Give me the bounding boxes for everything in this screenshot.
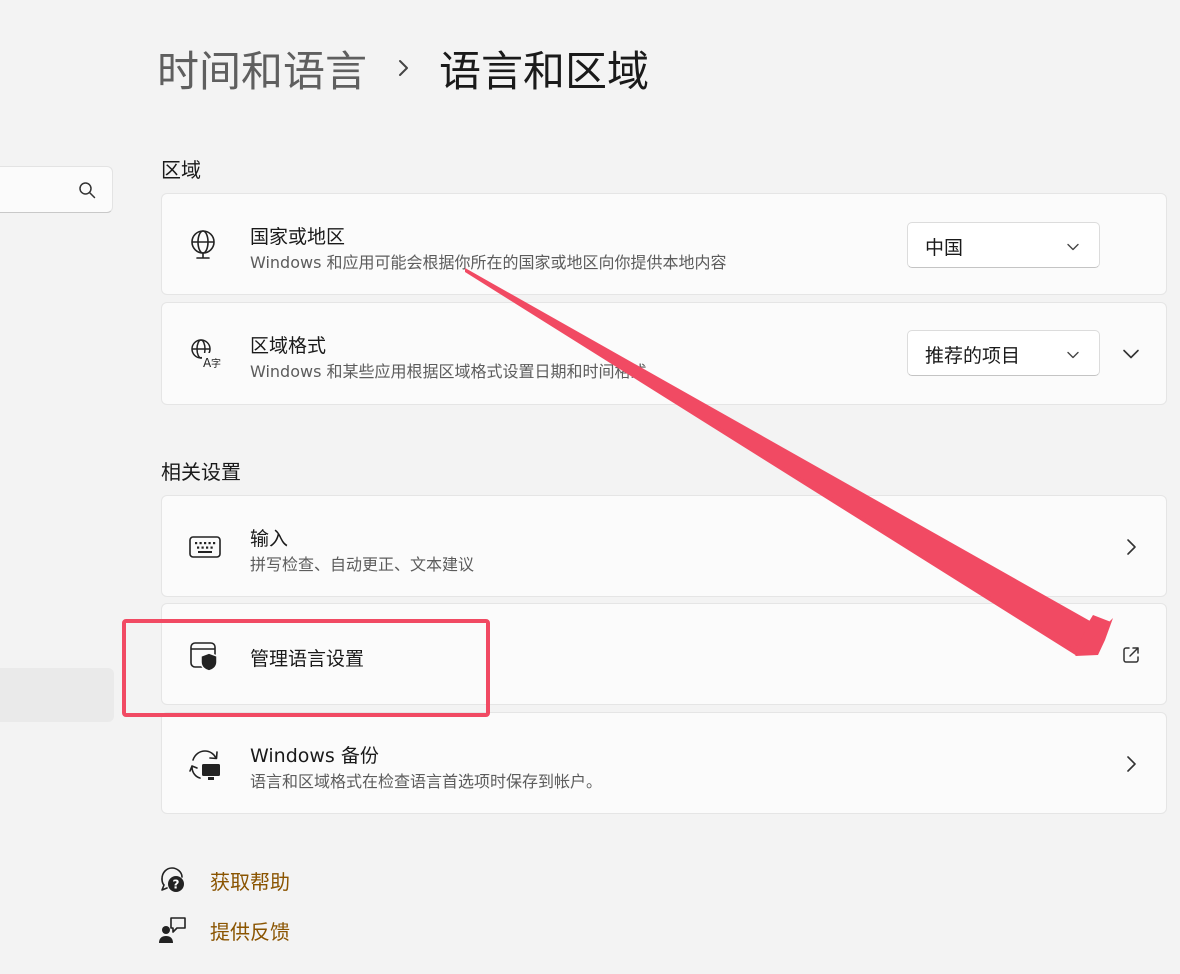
open-external-icon [1123,647,1139,663]
section-title-related-settings: 相关设置 [161,460,241,484]
regional-format-description: Windows 和某些应用根据区域格式设置日期和时间格式。 [250,362,663,381]
chevron-right-icon [1127,756,1136,772]
chevron-down-icon [1067,243,1079,251]
sidebar-search-box[interactable] [0,166,113,213]
svg-text:字: 字 [211,357,221,370]
windows-backup-description: 语言和区域格式在检查语言首选项时保存到帐户。 [250,772,603,791]
give-feedback-label: 提供反馈 [210,919,290,944]
globe-icon [191,230,215,259]
regional-format-dropdown[interactable]: 推荐的项目 [907,330,1100,376]
regional-format-selected: 推荐的项目 [925,345,1021,367]
keyboard-icon [189,536,221,558]
card-regional-format[interactable]: A 字 区域格式 Windows 和某些应用根据区域格式设置日期和时间格式。 推… [161,302,1167,405]
card-windows-backup[interactable]: Windows 备份 语言和区域格式在检查语言首选项时保存到帐户。 [161,712,1167,814]
country-region-description: Windows 和应用可能会根据你所在的国家或地区向你提供本地内容 [250,253,727,272]
section-title-region: 区域 [161,158,201,182]
card-typing[interactable]: 输入 拼写检查、自动更正、文本建议 [161,495,1167,597]
get-help-label: 获取帮助 [210,869,290,894]
windows-backup-title: Windows 备份 [250,745,379,767]
annotation-arrow [465,268,1113,656]
get-help-link[interactable]: ? 获取帮助 [158,864,290,896]
language-format-icon: A 字 [191,339,221,370]
page-title: 语言和区域 [439,46,650,96]
chevron-right-icon [399,60,409,76]
country-region-selected: 中国 [925,237,964,259]
search-icon[interactable] [78,181,96,199]
backup-sync-icon [189,750,220,780]
annotation-highlight-box [122,619,490,717]
chevron-right-icon [1127,539,1136,555]
breadcrumb: 时间和语言 语言和区域 [157,36,649,100]
expand-chevron-down-icon[interactable] [1120,343,1142,365]
typing-title: 输入 [250,528,289,550]
regional-format-title: 区域格式 [250,335,327,357]
feedback-person-icon [159,917,186,943]
country-region-title: 国家或地区 [250,226,346,248]
breadcrumb-parent[interactable]: 时间和语言 [157,38,367,99]
typing-description: 拼写检查、自动更正、文本建议 [250,555,475,574]
sidebar-item-selected[interactable] [0,668,114,722]
chevron-down-icon [1067,351,1079,359]
card-country-region: 国家或地区 Windows 和应用可能会根据你所在的国家或地区向你提供本地内容 … [161,193,1167,295]
svg-text:?: ? [173,878,180,892]
country-region-dropdown[interactable]: 中国 [907,222,1100,268]
give-feedback-link[interactable]: 提供反馈 [158,914,290,946]
help-chat-icon: ? [161,867,184,892]
